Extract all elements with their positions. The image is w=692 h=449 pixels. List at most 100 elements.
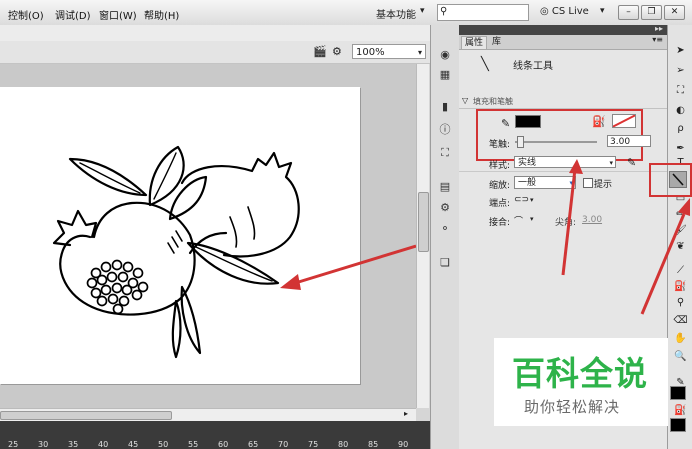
color-wheel-icon[interactable]: ◉ [437,47,453,62]
fill-stroke-section-header[interactable]: ▽ 填充和笔触 [459,96,667,109]
vertical-scrollbar[interactable] [416,64,429,408]
annotation-arrow [280,244,416,290]
lasso-icon[interactable]: ρ [672,121,689,136]
chevron-down-icon: ▽ [462,96,469,105]
tab-library[interactable]: 库 [489,36,504,48]
stage-canvas[interactable] [0,87,360,384]
horizontal-scroll-thumb[interactable] [0,411,172,420]
free-transform-icon[interactable]: ⛶ [672,83,689,98]
stroke-slider-track[interactable] [515,141,597,143]
selection-tool-icon[interactable]: ➤ [672,43,689,58]
pomegranate-drawing [52,145,300,359]
align-icon[interactable]: ▮ [437,99,453,114]
hint-label: 提示 [594,180,613,190]
ruler-tick-label: 45 [128,440,139,449]
edit-bar: 🎬 ⚙ 100% ▾ [0,41,430,64]
cap-style-icon[interactable]: ⊂⊃ [514,195,529,205]
document-tab-strip [0,25,430,42]
zoom-value: 100% [356,47,385,58]
section-label: 填充和笔触 [473,97,513,106]
watermark-logo: 百科全说 助你轻松解决 [494,338,668,426]
ruler-tick-label: 35 [68,440,79,449]
edit-symbols-icon[interactable]: ⚙ [332,45,346,58]
panel-tabs: 属性 库 ▾≡ [459,35,667,50]
search-input[interactable]: ⚲ [437,4,529,21]
watermark-title: 百科全说 [512,354,648,393]
history-icon[interactable]: ▤ [437,179,453,194]
ruler-tick-label: 30 [38,440,49,449]
join-label: 接合: [489,218,511,228]
style-label: 样式: [489,161,511,171]
line-tool-icon: ╲ [481,57,489,72]
motion-icon[interactable]: ⚬ [437,221,453,236]
menu-control[interactable]: 控制(O) [8,7,44,22]
pages-icon[interactable]: ❏ [437,255,453,270]
info-icon[interactable]: ⓘ [437,122,453,137]
zoom-select[interactable]: 100% ▾ [352,44,426,59]
current-tool-name: 线条工具 [513,61,553,72]
edit-style-icon[interactable]: ✎ [627,156,636,169]
ruler-tick-label: 80 [338,440,349,449]
edit-scene-icon[interactable]: 🎬 [313,45,327,58]
ruler-tick-label: 70 [278,440,289,449]
pen-icon[interactable]: ✒ [672,141,689,156]
3d-rotation-icon[interactable]: ◐ [672,103,689,118]
vertical-scroll-thumb[interactable] [418,192,429,252]
subselection-tool-icon[interactable]: ➢ [672,63,689,78]
fill-color-swatch[interactable] [612,114,636,128]
collapsed-panel-strip: ◉ ▦ ▮ ⓘ ⛶ ▤ ⚙ ⚬ ❏ [430,25,460,449]
workspace-switcher[interactable]: 基本功能 [376,6,416,21]
zoom-tool-icon[interactable]: 🔍 [672,349,689,364]
scroll-right-icon[interactable]: ▸ [404,409,408,418]
highlight-box [649,163,692,197]
tab-properties[interactable]: 属性 [461,36,488,49]
watermark-subtitle: 助你轻松解决 [524,398,621,416]
chevron-down-icon[interactable]: ▾ [530,215,534,223]
close-button[interactable]: ✕ [664,5,685,20]
style-value: 实线 [518,158,537,168]
cap-label: 端点: [489,199,511,209]
panel-header[interactable]: ▸▸ [459,24,667,35]
pencil-icon: ✎ [501,117,511,130]
search-icon: ⚲ [440,6,448,17]
pasteboard [0,64,416,408]
grid-icon[interactable]: ▦ [437,67,453,82]
cs-live-button[interactable]: ◎ CS Live [540,6,589,17]
collapse-arrows-icon[interactable]: ▸▸ [655,24,663,33]
stroke-label: 笔触: [489,140,511,150]
ruler-tick-label: 75 [308,440,319,449]
stroke-color-swatch[interactable] [515,115,541,128]
ruler-tick-label: 85 [368,440,379,449]
ruler-tick-label: 50 [158,440,169,449]
ruler-tick-label: 55 [188,440,199,449]
menu-help[interactable]: 帮助(H) [144,7,179,22]
fill-color-swatch[interactable] [670,418,686,432]
components-icon[interactable]: ⚙ [437,200,453,215]
annotation-arrow [561,159,583,276]
minimize-button[interactable]: – [618,5,639,20]
scale-label: 缩放: [489,181,511,191]
panel-menu-icon[interactable]: ▾≡ [652,35,663,44]
stroke-width-input[interactable]: 3.00 [607,135,651,147]
stroke-color-swatch[interactable] [670,386,686,400]
restore-button[interactable]: ❐ [641,5,662,20]
menu-window[interactable]: 窗口(W) [99,7,137,22]
ruler-tick-label: 90 [398,440,409,449]
ruler-tick-label: 40 [98,440,109,449]
stroke-slider-thumb[interactable] [517,136,524,148]
annotation-arrow [640,198,690,315]
chevron-down-icon: ▾ [609,159,613,167]
hand-tool-icon[interactable]: ✋ [672,331,689,346]
chevron-down-icon[interactable]: ▾ [600,6,605,16]
menu-debug[interactable]: 调试(D) [55,7,91,22]
chevron-down-icon[interactable]: ▾ [530,196,534,204]
cs-live-label: CS Live [551,6,589,17]
menu-bar: 控制(O) 调试(D) 窗口(W) 帮助(H) 基本功能 ▾ ⚲ ◎ CS Li… [0,0,692,26]
join-style-icon[interactable]: ⌒ [514,214,523,227]
horizontal-scrollbar[interactable]: ▸ [0,408,416,421]
timeline-ruler: 25 30 35 40 45 50 55 60 65 70 75 80 85 9… [0,421,430,449]
transform-icon[interactable]: ⛶ [437,145,453,160]
ruler-tick-label: 65 [248,440,259,449]
chevron-down-icon[interactable]: ▾ [420,6,425,16]
scale-value: 一般 [518,178,537,188]
